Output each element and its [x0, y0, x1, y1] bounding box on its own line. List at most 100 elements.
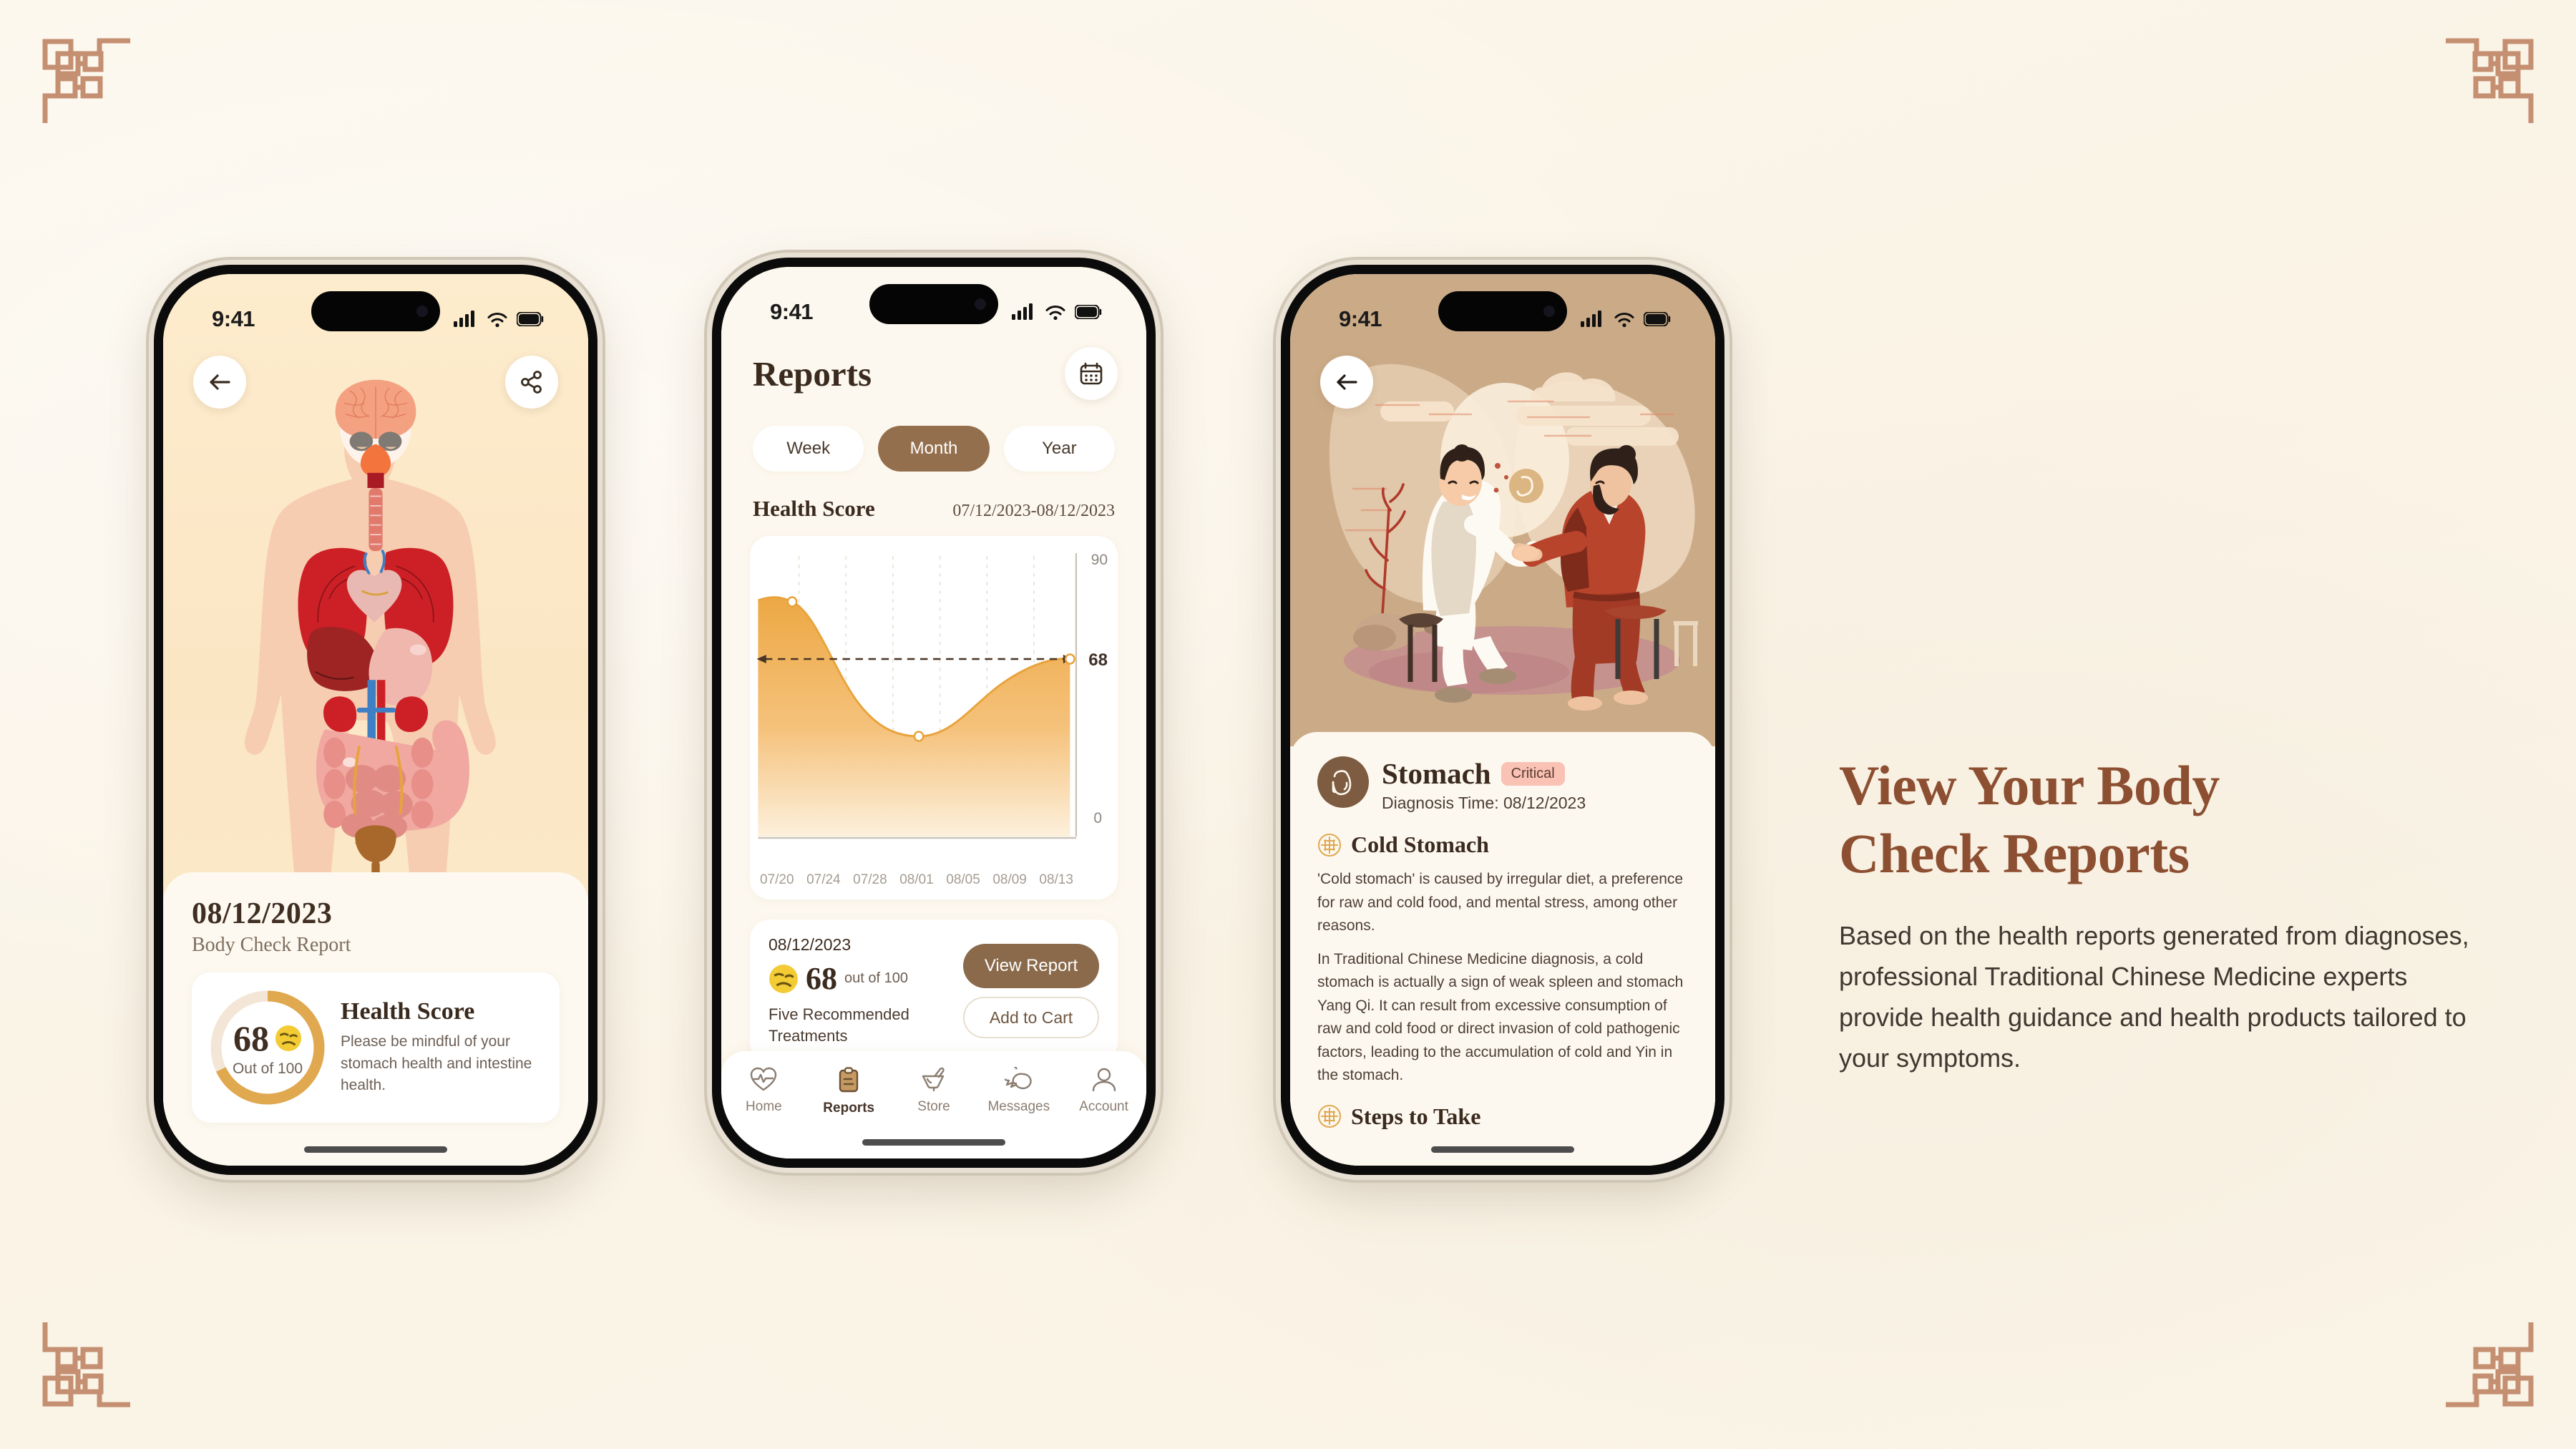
- phone1-screen: 9:41 08/12/2023 Body Check Report 68 Out…: [163, 274, 588, 1166]
- page-heading: View Your Body Check Reports: [1839, 751, 2483, 887]
- stomach-icon: [1332, 770, 1352, 796]
- tab-label-reports: Reports: [823, 1101, 875, 1116]
- section-title-cold-stomach: Cold Stomach: [1351, 831, 1489, 857]
- tcm-ornament-icon: [1318, 1105, 1341, 1128]
- ornament-top-left: [29, 24, 136, 128]
- y-axis-label-min: 0: [1093, 810, 1102, 826]
- tab-account[interactable]: Account: [1061, 1067, 1146, 1115]
- segment-week[interactable]: Week: [753, 426, 864, 472]
- health-score-donut: 68 Out of 100: [208, 987, 328, 1108]
- recommended-treatments-label: Five Recommended Treatments: [769, 1005, 909, 1045]
- wifi-icon: [487, 312, 507, 327]
- x-tick-0: 07/20: [760, 872, 794, 887]
- wifi-icon: [1045, 305, 1065, 320]
- wifi-icon: [1614, 312, 1634, 327]
- back-button[interactable]: [193, 356, 246, 409]
- add-to-cart-button[interactable]: Add to Cart: [963, 997, 1099, 1038]
- section-title-health-score: Health Score: [753, 496, 875, 521]
- x-tick-4: 08/05: [946, 872, 980, 887]
- heart-pulse-icon: [751, 1067, 777, 1091]
- share-icon: [521, 371, 542, 394]
- phone-mockup-reports: 9:41 Reports Week Month Year Health Scor…: [712, 258, 1156, 1168]
- x-tick-2: 07/28: [853, 872, 887, 887]
- tab-label-store: Store: [917, 1099, 950, 1114]
- y-axis-label-max: 90: [1091, 552, 1108, 568]
- segment-year[interactable]: Year: [1003, 426, 1115, 472]
- report-date: 08/12/2023: [192, 897, 333, 930]
- ornament-top-right: [2440, 24, 2547, 128]
- dynamic-island: [869, 284, 998, 324]
- score-value: 68: [233, 1018, 269, 1058]
- dynamic-island: [311, 291, 440, 331]
- battery-icon: [1075, 305, 1102, 319]
- user-icon: [1092, 1068, 1116, 1092]
- date-range-label: 07/12/2023-08/12/2023: [952, 502, 1115, 520]
- x-axis-labels: 07/20 07/24 07/28 08/01 08/05 08/09 08/1…: [753, 872, 1080, 888]
- status-time: 9:41: [212, 306, 255, 331]
- clipboard-icon: [839, 1067, 859, 1093]
- confused-face-emoji: [769, 964, 798, 993]
- confused-face-emoji: [275, 1025, 302, 1052]
- phone3-screen: 9:41 Stomach Critical Diagnosis Time: 08…: [1290, 274, 1715, 1166]
- home-indicator[interactable]: [1431, 1146, 1574, 1153]
- mortar-pestle-icon: [922, 1067, 945, 1092]
- health-score-area-chart: [756, 553, 1078, 839]
- phone-mockup-diagnosis: 9:41 Stomach Critical Diagnosis Time: 08…: [1281, 265, 1724, 1175]
- summary-score: 68: [806, 961, 837, 996]
- status-time: 9:41: [1339, 306, 1382, 331]
- organ-name: Stomach: [1382, 757, 1491, 790]
- battery-icon: [1644, 312, 1671, 326]
- health-score-description: Please be mindful of your stomach health…: [341, 1033, 532, 1094]
- back-button[interactable]: [1320, 356, 1373, 409]
- diagnosis-time: Diagnosis Time: 08/12/2023: [1382, 794, 1586, 812]
- status-time: 9:41: [770, 299, 814, 324]
- dynamic-island: [1438, 291, 1567, 331]
- body-check-summary-card: 08/12/2023 Body Check Report 68 Out of 1…: [163, 872, 588, 1166]
- tab-messages[interactable]: Messages: [976, 1067, 1061, 1115]
- tab-label-account: Account: [1079, 1099, 1128, 1114]
- home-indicator[interactable]: [304, 1146, 447, 1153]
- chart-point-0730: [913, 731, 924, 742]
- health-score-title: Health Score: [341, 998, 475, 1025]
- cellular-bars-icon: [1012, 303, 1033, 320]
- battery-icon: [517, 312, 544, 326]
- x-tick-1: 07/24: [806, 872, 841, 887]
- status-badge: Critical: [1501, 761, 1565, 786]
- tcm-ornament-icon: [1318, 833, 1341, 857]
- chat-bubbles-icon: [1004, 1067, 1032, 1090]
- report-subtitle: Body Check Report: [192, 934, 351, 956]
- page-title: Reports: [753, 353, 872, 394]
- x-tick-5: 08/09: [992, 872, 1027, 887]
- chart-point-0720: [786, 596, 798, 608]
- segment-month[interactable]: Month: [878, 426, 990, 472]
- health-score-card[interactable]: 68 Out of 100 Health Score Please be min…: [192, 972, 560, 1123]
- summary-date: 08/12/2023: [769, 935, 852, 954]
- arrow-left-icon: [1337, 374, 1357, 390]
- summary-out-of: out of 100: [844, 970, 908, 986]
- y-axis-label-current: 68: [1088, 650, 1108, 670]
- tab-home[interactable]: Home: [721, 1067, 806, 1115]
- ornament-bottom-right: [2440, 1321, 2547, 1425]
- phone2-screen: 9:41 Reports Week Month Year Health Scor…: [721, 267, 1146, 1158]
- tab-label-home: Home: [746, 1099, 782, 1114]
- x-tick-3: 08/01: [899, 872, 934, 887]
- view-report-button[interactable]: View Report: [963, 944, 1099, 988]
- cellular-bars-icon: [1581, 311, 1601, 327]
- page-description: Based on the health reports generated fr…: [1839, 921, 2469, 1073]
- calendar-button[interactable]: [1065, 347, 1118, 400]
- diagnosis-paragraph-2: In Traditional Chinese Medicine diagnosi…: [1317, 950, 1684, 1084]
- report-summary-card: 08/12/2023 68 out of 100 Five Recommende…: [750, 919, 1118, 1063]
- tab-reports[interactable]: Reports: [806, 1067, 892, 1116]
- section-title-steps-to-take: Steps to Take: [1351, 1103, 1481, 1129]
- health-score-chart-card[interactable]: 90 68 0 07/20 07/24 07/28 08/01 08/05 08…: [750, 536, 1118, 899]
- period-segmented-control[interactable]: Week Month Year: [753, 426, 1115, 472]
- diagnosis-detail-card: Stomach Critical Diagnosis Time: 08/12/2…: [1290, 732, 1715, 1166]
- home-indicator[interactable]: [862, 1139, 1005, 1146]
- share-button[interactable]: [505, 356, 558, 409]
- cellular-bars-icon: [454, 311, 474, 327]
- arrow-left-icon: [210, 374, 230, 390]
- chart-point-0813: [1064, 653, 1075, 665]
- tab-store[interactable]: Store: [892, 1067, 977, 1115]
- organ-avatar: [1317, 756, 1369, 808]
- heading-line-2: Check Reports: [1839, 822, 2190, 885]
